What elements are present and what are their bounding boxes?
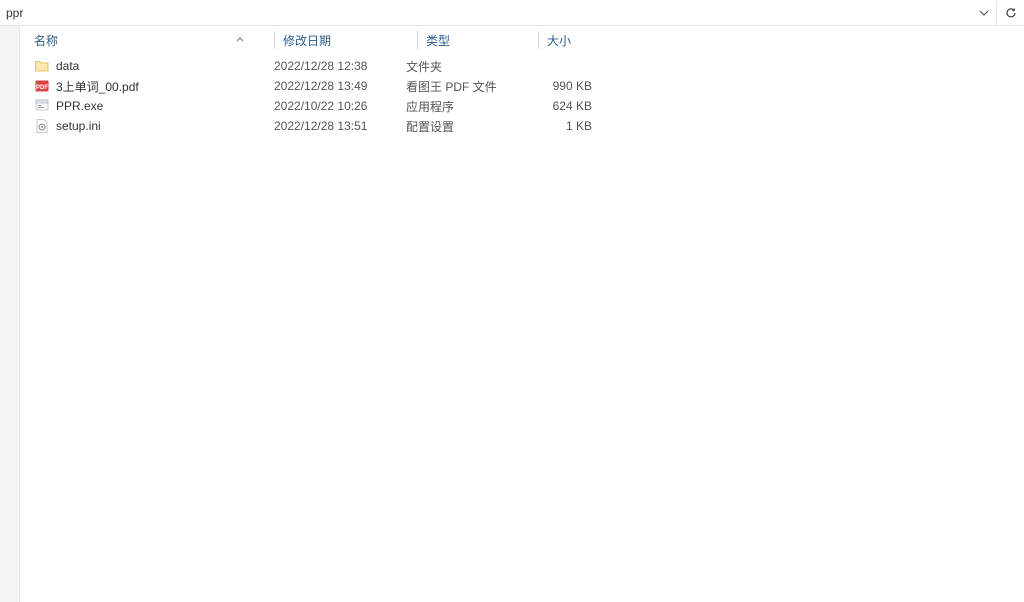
- file-type-cell: 应用程序: [406, 98, 520, 115]
- file-name-cell: setup.ini: [34, 118, 274, 134]
- column-header-type-label: 类型: [426, 32, 450, 49]
- file-name-cell: data: [34, 58, 274, 74]
- refresh-icon: [1005, 7, 1017, 19]
- svg-text:PDF: PDF: [36, 85, 48, 91]
- exe-icon: [34, 98, 50, 114]
- file-size-cell: 624 KB: [520, 99, 600, 113]
- column-header-type[interactable]: 类型: [426, 26, 538, 54]
- file-type-cell: 配置设置: [406, 118, 520, 135]
- file-name-cell: PDF 3上单词_00.pdf: [34, 78, 274, 95]
- file-name-cell: PPR.exe: [34, 98, 274, 114]
- column-separator[interactable]: [417, 31, 418, 49]
- file-size-cell: 990 KB: [520, 79, 600, 93]
- address-path[interactable]: ppr: [0, 6, 972, 20]
- folder-icon: [34, 58, 50, 74]
- column-header-size[interactable]: 大小: [547, 26, 627, 54]
- file-row[interactable]: setup.ini 2022/12/28 13:51配置设置1 KB: [34, 116, 1024, 136]
- file-name-label: setup.ini: [56, 119, 101, 133]
- column-headers: 名称 修改日期 类型 大小: [20, 26, 1024, 54]
- file-date-cell: 2022/12/28 13:51: [274, 119, 406, 133]
- file-row[interactable]: PDF 3上单词_00.pdf 2022/12/28 13:49看图王 PDF 文件…: [34, 76, 1024, 96]
- chevron-down-icon: [978, 7, 990, 19]
- sort-caret-icon: [236, 36, 244, 44]
- file-name-label: PPR.exe: [56, 99, 103, 113]
- file-name-label: 3上单词_00.pdf: [56, 78, 139, 95]
- dropdown-button[interactable]: [972, 1, 996, 25]
- file-type-cell: 文件夹: [406, 58, 520, 75]
- column-header-name[interactable]: 名称: [34, 26, 274, 54]
- pdf-icon: PDF: [34, 78, 50, 94]
- refresh-button[interactable]: [996, 1, 1024, 25]
- file-name-label: data: [56, 59, 79, 73]
- file-panel: 名称 修改日期 类型 大小 data 2022/12/28 12:38文件夹 PDF…: [20, 26, 1024, 602]
- column-separator[interactable]: [274, 31, 275, 49]
- main-area: 名称 修改日期 类型 大小 data 2022/12/28 12:38文件夹 PDF…: [0, 26, 1024, 602]
- file-date-cell: 2022/12/28 13:49: [274, 79, 406, 93]
- file-list: data 2022/12/28 12:38文件夹 PDF 3上单词_00.pdf 202…: [20, 54, 1024, 136]
- file-date-cell: 2022/12/28 12:38: [274, 59, 406, 73]
- address-bar[interactable]: ppr: [0, 0, 1024, 26]
- column-separator[interactable]: [538, 31, 539, 49]
- ini-icon: [34, 118, 50, 134]
- column-header-date-label: 修改日期: [283, 32, 331, 49]
- column-header-date[interactable]: 修改日期: [283, 26, 417, 54]
- file-date-cell: 2022/10/22 10:26: [274, 99, 406, 113]
- nav-pane-strip: [0, 26, 20, 602]
- column-header-size-label: 大小: [547, 32, 571, 49]
- file-row[interactable]: PPR.exe 2022/10/22 10:26应用程序624 KB: [34, 96, 1024, 116]
- column-header-name-label: 名称: [34, 32, 58, 49]
- file-row[interactable]: data 2022/12/28 12:38文件夹: [34, 56, 1024, 76]
- file-type-cell: 看图王 PDF 文件: [406, 78, 520, 95]
- file-size-cell: 1 KB: [520, 119, 600, 133]
